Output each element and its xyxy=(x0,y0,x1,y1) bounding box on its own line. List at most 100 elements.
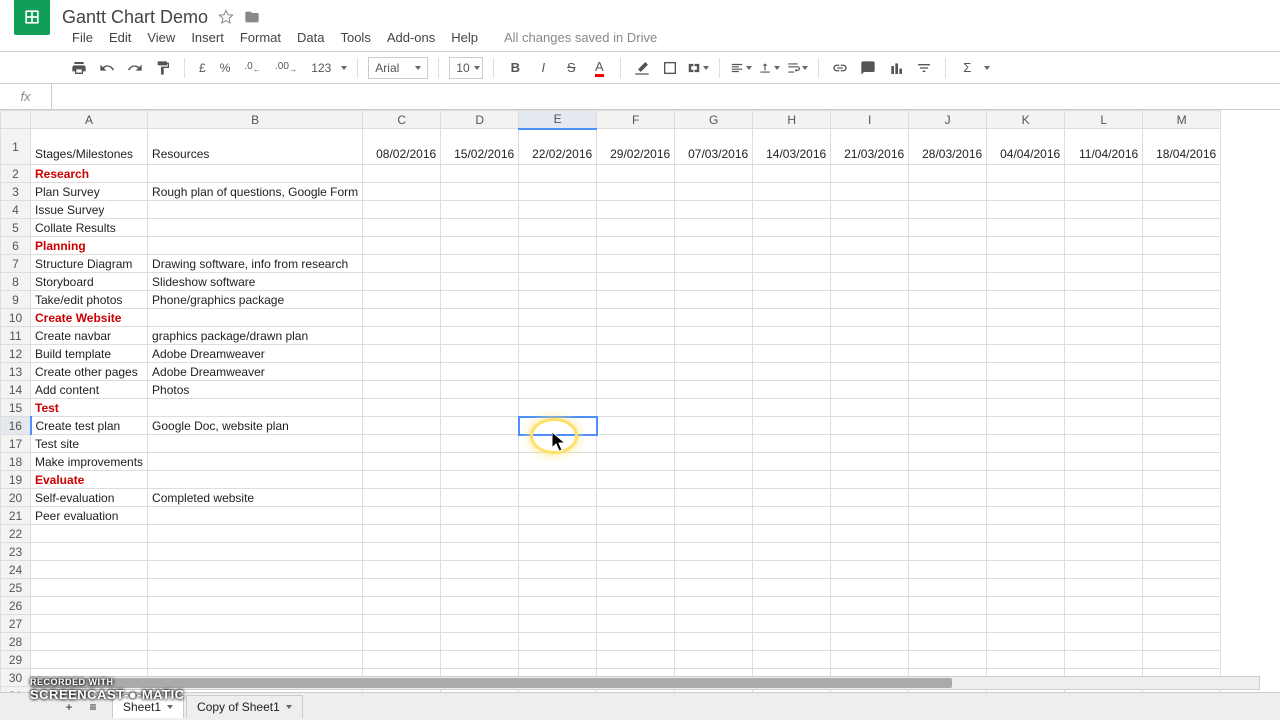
cell[interactable] xyxy=(675,381,753,399)
cell[interactable] xyxy=(909,255,987,273)
cell[interactable] xyxy=(987,381,1065,399)
cell[interactable] xyxy=(363,507,441,525)
cell[interactable] xyxy=(675,255,753,273)
increase-decimal-button[interactable]: .00→ xyxy=(271,61,301,74)
tab-copy-sheet1[interactable]: Copy of Sheet1 xyxy=(186,695,303,718)
cell[interactable] xyxy=(753,633,831,651)
undo-icon[interactable] xyxy=(96,57,118,79)
cell[interactable] xyxy=(363,651,441,669)
cell[interactable] xyxy=(441,651,519,669)
cell[interactable] xyxy=(441,309,519,327)
row-header[interactable]: 16 xyxy=(1,417,31,435)
row-header[interactable]: 22 xyxy=(1,525,31,543)
cell-stage[interactable]: Create navbar xyxy=(31,327,148,345)
header-date[interactable]: 11/04/2016 xyxy=(1065,129,1143,165)
cell[interactable] xyxy=(909,597,987,615)
cell-stage[interactable]: Storyboard xyxy=(31,273,148,291)
cell[interactable] xyxy=(441,327,519,345)
cell-resource[interactable] xyxy=(148,507,363,525)
cell[interactable] xyxy=(519,615,597,633)
percent-button[interactable]: % xyxy=(216,61,235,75)
menu-addons[interactable]: Add-ons xyxy=(387,30,435,45)
select-all-corner[interactable] xyxy=(1,111,31,129)
row-header[interactable]: 20 xyxy=(1,489,31,507)
row-header[interactable]: 23 xyxy=(1,543,31,561)
cell[interactable] xyxy=(1143,219,1221,237)
menu-file[interactable]: File xyxy=(72,30,93,45)
cell[interactable] xyxy=(1065,381,1143,399)
cell[interactable] xyxy=(753,165,831,183)
cell[interactable] xyxy=(1143,435,1221,453)
italic-icon[interactable]: I xyxy=(532,57,554,79)
cell[interactable] xyxy=(831,399,909,417)
header-date[interactable]: 21/03/2016 xyxy=(831,129,909,165)
comment-icon[interactable] xyxy=(857,57,879,79)
cell[interactable] xyxy=(987,363,1065,381)
cell[interactable] xyxy=(831,615,909,633)
cell[interactable] xyxy=(987,219,1065,237)
cell[interactable] xyxy=(1143,471,1221,489)
cell-stage[interactable]: Collate Results xyxy=(31,219,148,237)
cell[interactable] xyxy=(753,471,831,489)
cell[interactable] xyxy=(675,435,753,453)
cell[interactable] xyxy=(363,543,441,561)
cell[interactable] xyxy=(987,579,1065,597)
row-header[interactable]: 26 xyxy=(1,597,31,615)
cell[interactable] xyxy=(597,327,675,345)
cell[interactable] xyxy=(909,363,987,381)
cell[interactable] xyxy=(1143,633,1221,651)
text-color-icon[interactable]: A xyxy=(588,57,610,79)
halign-icon[interactable] xyxy=(730,57,752,79)
cell[interactable] xyxy=(675,651,753,669)
cell[interactable] xyxy=(675,219,753,237)
column-header-C[interactable]: C xyxy=(363,111,441,129)
cell[interactable] xyxy=(1065,327,1143,345)
cell[interactable] xyxy=(831,165,909,183)
cell[interactable] xyxy=(1065,507,1143,525)
cell[interactable] xyxy=(909,201,987,219)
cell[interactable] xyxy=(148,579,363,597)
cell-stage[interactable]: Test xyxy=(31,399,148,417)
cell[interactable] xyxy=(597,435,675,453)
row-header[interactable]: 15 xyxy=(1,399,31,417)
column-header-K[interactable]: K xyxy=(987,111,1065,129)
cell[interactable] xyxy=(1065,561,1143,579)
bold-icon[interactable]: B xyxy=(504,57,526,79)
cell-stage[interactable]: Issue Survey xyxy=(31,201,148,219)
cell[interactable] xyxy=(675,345,753,363)
row-header[interactable]: 25 xyxy=(1,579,31,597)
cell[interactable] xyxy=(597,273,675,291)
cell[interactable] xyxy=(1065,525,1143,543)
cell[interactable] xyxy=(148,543,363,561)
cell[interactable] xyxy=(987,561,1065,579)
filter-icon[interactable] xyxy=(913,57,935,79)
cell[interactable] xyxy=(597,453,675,471)
cell[interactable] xyxy=(1143,597,1221,615)
cell[interactable] xyxy=(831,633,909,651)
cell[interactable] xyxy=(1065,399,1143,417)
cell[interactable] xyxy=(519,381,597,399)
cell[interactable] xyxy=(1143,381,1221,399)
cell[interactable] xyxy=(909,381,987,399)
row-header[interactable]: 28 xyxy=(1,633,31,651)
row-header[interactable]: 18 xyxy=(1,453,31,471)
cell[interactable] xyxy=(753,291,831,309)
cell[interactable] xyxy=(675,633,753,651)
cell[interactable] xyxy=(753,579,831,597)
document-title[interactable]: Gantt Chart Demo xyxy=(62,7,208,28)
cell[interactable] xyxy=(675,579,753,597)
more-formats-button[interactable]: 123 xyxy=(307,61,335,75)
strike-icon[interactable]: S xyxy=(560,57,582,79)
cell[interactable] xyxy=(1143,183,1221,201)
cell[interactable] xyxy=(1065,291,1143,309)
cell[interactable] xyxy=(597,417,675,435)
redo-icon[interactable] xyxy=(124,57,146,79)
cell[interactable] xyxy=(519,453,597,471)
star-icon[interactable] xyxy=(218,9,234,25)
cell-stage[interactable]: Make improvements xyxy=(31,453,148,471)
cell-resource[interactable]: Adobe Dreamweaver xyxy=(148,363,363,381)
header-date[interactable]: 22/02/2016 xyxy=(519,129,597,165)
cell-stage[interactable]: Self-evaluation xyxy=(31,489,148,507)
row-header[interactable]: 4 xyxy=(1,201,31,219)
cell[interactable] xyxy=(675,615,753,633)
